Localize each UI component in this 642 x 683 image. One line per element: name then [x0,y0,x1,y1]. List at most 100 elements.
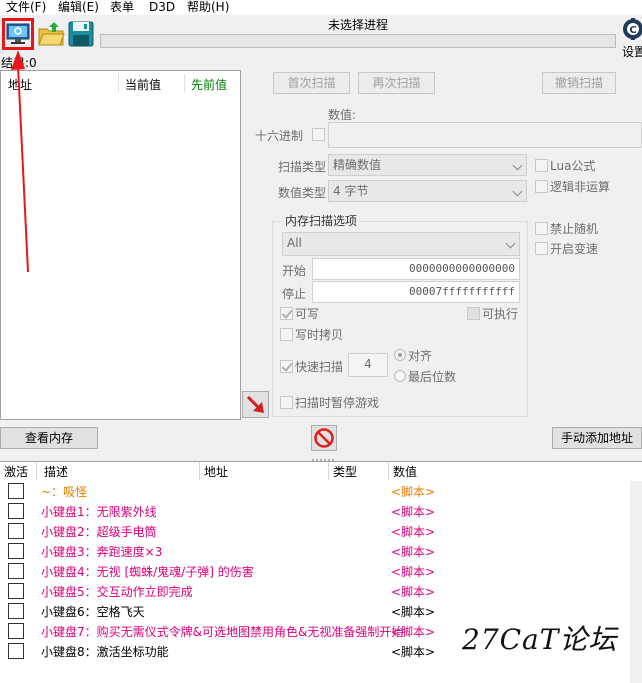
fast-scan-label: 快速扫描 [295,360,344,374]
copy-on-write-label: 写时拷贝 [295,328,344,342]
red-arrow-down-right-icon [246,395,264,413]
row-description[interactable]: ~：吸怪 [41,483,413,500]
row-description[interactable]: 小键盘3：奔跑速度×3 [41,543,413,560]
add-address-manually-button[interactable]: 手动添加地址 [552,427,642,449]
col-address-header[interactable]: 地址 [204,463,228,480]
row-active-checkbox[interactable] [8,563,24,579]
align-radio[interactable] [394,349,406,361]
save-button[interactable] [67,20,95,48]
open-file-button[interactable] [37,20,65,48]
writable-checkbox[interactable] [280,307,293,320]
row-value[interactable]: <脚本> [391,523,435,540]
value-label: 数值: [328,108,357,122]
chevron-down-icon [512,186,523,197]
row-value[interactable]: <脚本> [391,503,435,520]
menu-d3d[interactable]: D3D [149,0,175,15]
start-label: 开始 [282,264,307,278]
logic-not-label: 逻辑非运算 [550,180,611,194]
value-type-select[interactable]: 4 字节 [328,180,527,202]
row-value[interactable]: <脚本> [391,583,435,600]
logic-not-checkbox[interactable] [535,180,548,193]
fast-scan-alignment-input[interactable]: 4 [348,353,388,377]
copy-on-write-checkbox[interactable] [280,328,293,341]
col-description-header[interactable]: 描述 [44,463,68,480]
row-active-checkbox[interactable] [8,523,24,539]
row-active-checkbox[interactable] [8,603,24,619]
menu-edit[interactable]: 编辑(E) [58,0,99,15]
col-type-header[interactable]: 类型 [333,463,357,480]
pause-game-checkbox[interactable] [280,396,293,409]
value-type-label: 数值类型 [278,186,327,200]
row-value[interactable]: <脚本> [391,623,435,640]
header-separator [36,462,37,480]
row-value[interactable]: <脚本> [391,603,435,620]
scan-type-value: 精确数值 [333,158,382,172]
row-description[interactable]: 小键盘5：交互动作立即完成 [41,583,413,600]
col-value-header[interactable]: 数值 [393,463,417,480]
row-active-checkbox[interactable] [8,583,24,599]
menu-help[interactable]: 帮助(H) [187,0,229,15]
last-digits-radio[interactable] [394,370,406,382]
save-floppy-icon [68,21,94,47]
executable-checkbox[interactable] [467,307,480,320]
hex-checkbox[interactable] [312,128,325,141]
lua-formula-checkbox[interactable] [535,159,548,172]
header-separator [199,462,200,480]
writable-label: 可写 [295,307,320,321]
first-scan-button[interactable]: 首次扫描 [273,72,350,94]
menu-table[interactable]: 表单 [110,0,134,15]
row-value[interactable]: <脚本> [391,483,435,500]
hex-label: 十六进制 [255,129,304,143]
clear-list-button[interactable] [311,425,337,451]
header-separator [388,462,389,480]
row-value[interactable]: <脚本> [391,543,435,560]
col-current-header[interactable]: 当前值 [125,76,161,93]
watermark: 27CaT论坛 [462,623,618,656]
pause-game-label: 扫描时暂停游戏 [295,396,380,410]
header-separator [118,74,119,92]
chevron-down-icon [512,160,523,171]
annotation-arrow-icon [11,50,29,273]
row-description[interactable]: 小键盘8：激活坐标功能 [41,643,413,660]
row-active-checkbox[interactable] [8,643,24,659]
panel-splitter[interactable] [308,452,338,461]
row-description[interactable]: 小键盘4：无视 [蜘蛛/鬼魂/子弹] 的伤害 [41,563,413,580]
row-description[interactable]: 小键盘7：购买无需仪式令牌&可选地图禁用角色&无视准备强制开始 [41,623,413,640]
row-description[interactable]: 小键盘6：空格飞天 [41,603,413,620]
process-title: 未选择进程 [327,18,388,32]
value-input[interactable] [328,122,642,148]
menu-file[interactable]: 文件(F) [6,0,46,15]
scan-progress-bar [100,34,616,48]
undo-scan-button[interactable]: 撤销扫描 [542,72,616,94]
memory-region-select[interactable]: All [282,232,520,256]
row-value[interactable]: <脚本> [391,643,435,660]
start-address-input[interactable]: 0000000000000000 [312,258,520,280]
view-memory-button[interactable]: 查看内存 [0,427,98,449]
add-selected-to-list-button[interactable] [242,391,269,418]
stop-address-input[interactable]: 00007fffffffffff [312,281,520,303]
executable-label: 可执行 [482,307,519,321]
row-description[interactable]: 小键盘1：无限紫外线 [41,503,413,520]
col-active-header[interactable]: 激活 [4,463,28,480]
next-scan-button[interactable]: 再次扫描 [358,72,435,94]
speedhack-checkbox[interactable] [535,242,548,255]
settings-button[interactable]: C 设置 [620,18,642,59]
lua-formula-label: Lua公式 [550,159,596,173]
cheat-engine-logo-icon: C [623,18,642,40]
row-active-checkbox[interactable] [8,483,24,499]
disable-random-checkbox[interactable] [535,222,548,235]
row-description[interactable]: 小键盘2：超级手电筒 [41,523,413,540]
speedhack-label: 开启变速 [550,242,599,256]
row-active-checkbox[interactable] [8,503,24,519]
row-active-checkbox[interactable] [8,623,24,639]
svg-text:C: C [629,25,636,36]
stop-label: 停止 [282,287,307,301]
memory-region-value: All [287,236,302,250]
row-active-checkbox[interactable] [8,543,24,559]
col-previous-header[interactable]: 先前值 [191,76,227,93]
row-value[interactable]: <脚本> [391,563,435,580]
no-entry-icon [314,428,334,448]
scan-type-select[interactable]: 精确数值 [328,154,527,176]
fast-scan-checkbox[interactable] [280,360,293,373]
table-scrollbar[interactable] [630,481,642,683]
